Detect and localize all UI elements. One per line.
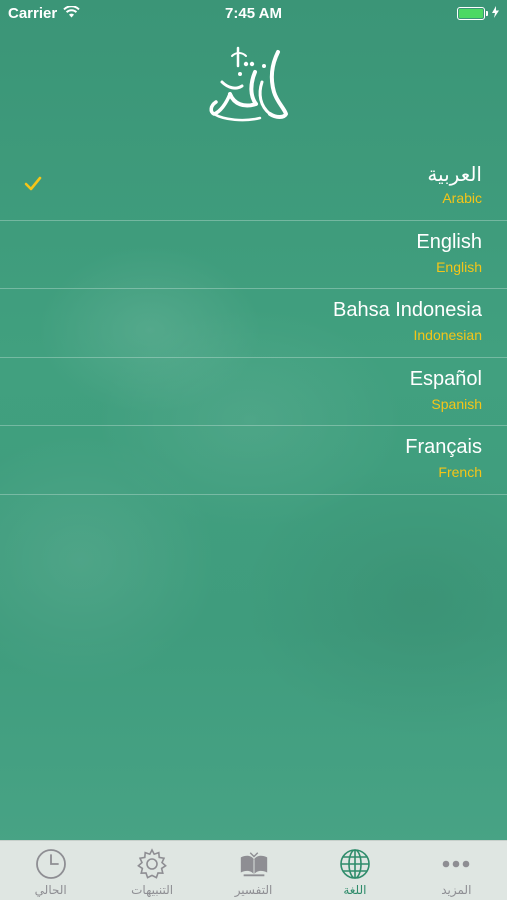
status-time: 7:45 AM	[225, 5, 282, 22]
checkmark-icon	[24, 176, 42, 192]
globe-icon	[339, 848, 371, 880]
language-name: English	[416, 230, 482, 253]
language-name: Français	[405, 436, 482, 458]
tab-language[interactable]: اللغة	[304, 841, 405, 900]
language-name: Español	[409, 367, 482, 390]
tab-label: الحالي	[34, 883, 67, 897]
language-name: Bahsa Indonesia	[332, 299, 482, 321]
tab-label: التفسير	[234, 883, 273, 897]
gear-icon	[136, 848, 168, 880]
language-subtitle: English	[436, 258, 482, 275]
language-name: العربية	[427, 164, 482, 186]
tab-tafsir[interactable]: التفسير	[203, 841, 304, 900]
battery-level	[459, 9, 483, 18]
tab-more[interactable]: المزيد	[406, 841, 507, 900]
language-row-spanish[interactable]: Español Spanish	[0, 358, 507, 426]
language-row-arabic[interactable]: العربية Arabic	[0, 152, 507, 221]
app-screen: Carrier 7:45 AM العربية Arabic English E…	[0, 0, 507, 900]
clock-icon	[35, 848, 67, 880]
language-row-french[interactable]: Français French	[0, 426, 507, 495]
tab-label: اللغة	[343, 883, 367, 897]
battery-icon	[457, 7, 488, 20]
language-subtitle: Spanish	[431, 395, 482, 412]
tab-label: التنبيهات	[131, 883, 174, 897]
app-logo	[200, 42, 300, 124]
language-subtitle: French	[438, 464, 482, 480]
tab-bar: الحالي التنبيهات التفسير اللغة المزيد	[0, 840, 507, 900]
language-row-indonesian[interactable]: Bahsa Indonesia Indonesian	[0, 289, 507, 358]
more-dots-icon	[440, 848, 472, 880]
tab-current[interactable]: الحالي	[0, 841, 101, 900]
language-row-english[interactable]: English English	[0, 221, 507, 289]
tab-label: المزيد	[441, 883, 472, 897]
language-subtitle: Indonesian	[413, 327, 482, 343]
quran-book-icon	[238, 848, 270, 880]
status-bar: Carrier 7:45 AM	[0, 0, 507, 27]
language-list: العربية Arabic English English Bahsa Ind…	[0, 152, 507, 495]
tab-alerts[interactable]: التنبيهات	[101, 841, 202, 900]
language-subtitle: Arabic	[442, 190, 482, 206]
